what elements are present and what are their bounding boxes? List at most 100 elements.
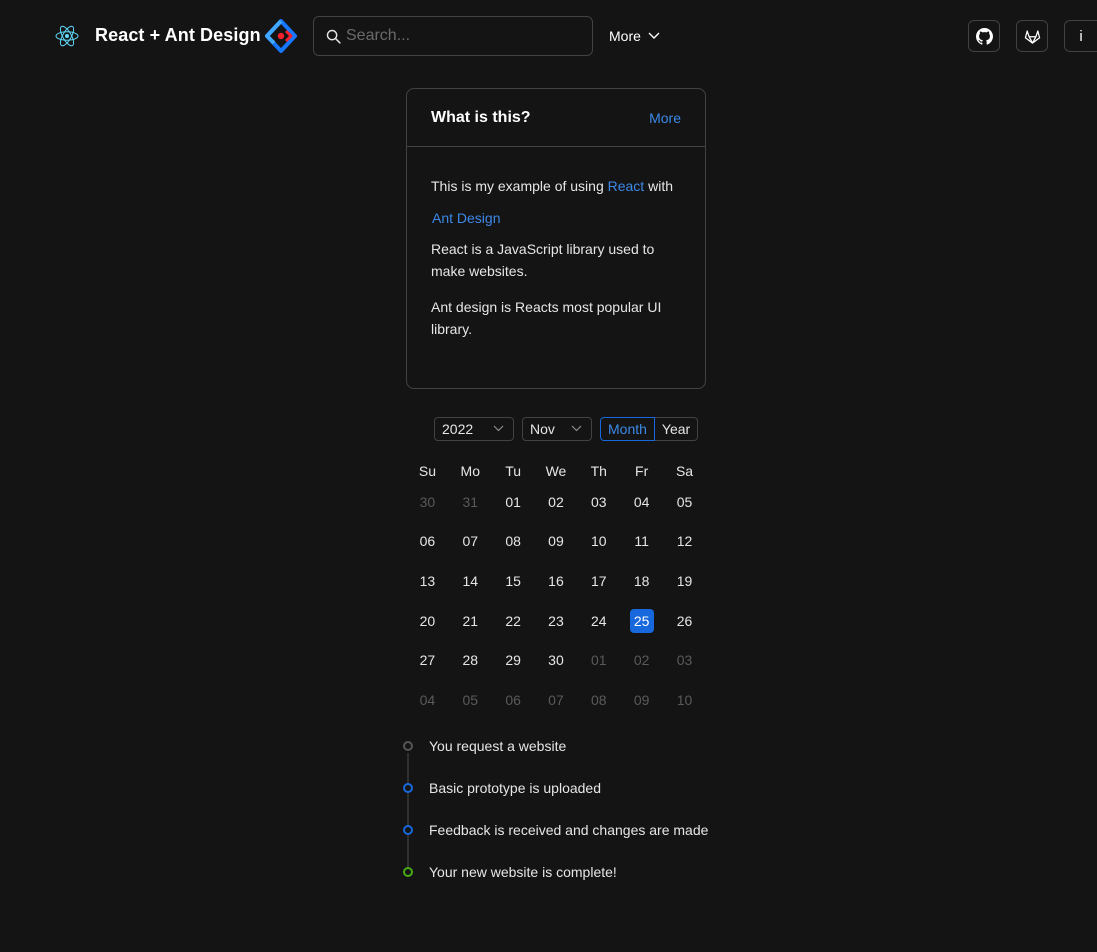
- calendar-day[interactable]: 19: [663, 561, 706, 601]
- github-button[interactable]: [968, 20, 1000, 52]
- chevron-down-icon: [571, 425, 582, 432]
- calendar-day-number: 10: [676, 691, 693, 708]
- calendar-day-outside[interactable]: 03: [663, 640, 706, 680]
- calendar-day-number: 01: [505, 493, 521, 510]
- search-icon: [326, 29, 341, 44]
- calendar-week: 06 07 08 09 10 11 12: [406, 522, 706, 562]
- calendar-day-outside[interactable]: 02: [620, 640, 663, 680]
- calendar-week: 27 28 29 30 01 02 03: [406, 640, 706, 680]
- calendar-day[interactable]: 14: [449, 561, 492, 601]
- react-logo-icon[interactable]: [55, 24, 79, 48]
- calendar-day[interactable]: 03: [577, 482, 620, 522]
- calendar-day-number: 06: [505, 691, 521, 708]
- calendar-day[interactable]: 21: [449, 601, 492, 641]
- calendar-day-number: 11: [634, 533, 649, 550]
- calendar-day[interactable]: 10: [577, 522, 620, 562]
- calendar-day-outside[interactable]: 05: [449, 680, 492, 720]
- calendar-day[interactable]: 27: [406, 640, 449, 680]
- calendar-day[interactable]: 05: [663, 482, 706, 522]
- app-header: React + Ant Design More i: [0, 0, 1097, 72]
- calendar-day[interactable]: 24: [577, 601, 620, 641]
- more-menu-label: More: [609, 28, 641, 44]
- calendar-day[interactable]: 18: [620, 561, 663, 601]
- calendar-day-number: 21: [462, 612, 479, 629]
- year-mode-button[interactable]: Year: [654, 417, 699, 441]
- calendar-day[interactable]: 13: [406, 561, 449, 601]
- calendar-day[interactable]: 17: [577, 561, 620, 601]
- calendar-day-number: 29: [505, 652, 521, 669]
- calendar-day[interactable]: 15: [492, 561, 535, 601]
- search-box[interactable]: [313, 16, 593, 56]
- calendar-day-outside[interactable]: 04: [406, 680, 449, 720]
- calendar-day[interactable]: 09: [535, 522, 578, 562]
- calendar-grid: Su Mo Tu We Th Fr Sa 30 31 01 02 03 04 05 06 07 08 09 10 1…: [406, 460, 706, 720]
- calendar-day[interactable]: 02: [535, 482, 578, 522]
- calendar-day-number: 31: [462, 493, 479, 510]
- calendar-week: 30 31 01 02 03 04 05: [406, 482, 706, 522]
- more-menu[interactable]: More: [609, 28, 660, 44]
- card-paragraph: Ant design is Reacts most popular UI lib…: [431, 299, 662, 337]
- calendar-day[interactable]: 23: [535, 601, 578, 641]
- calendar-day[interactable]: 28: [449, 640, 492, 680]
- react-link[interactable]: React: [608, 178, 645, 194]
- brand-title[interactable]: React + Ant Design: [95, 25, 261, 46]
- calendar-week: 04 05 06 07 08 09 10: [406, 680, 706, 720]
- info-button[interactable]: i: [1064, 20, 1097, 52]
- month-select[interactable]: Nov: [522, 417, 592, 441]
- year-select[interactable]: 2022: [434, 417, 514, 441]
- calendar-day[interactable]: 12: [663, 522, 706, 562]
- calendar-day[interactable]: 07: [449, 522, 492, 562]
- calendar-day[interactable]: 08: [492, 522, 535, 562]
- calendar-day-number: 26: [676, 612, 693, 629]
- calendar-day-selected[interactable]: 25: [620, 601, 663, 641]
- ant-design-link[interactable]: Ant Design: [432, 210, 500, 226]
- calendar-day-number: 08: [591, 691, 607, 708]
- year-select-value: 2022: [442, 421, 474, 437]
- calendar-day-outside[interactable]: 09: [620, 680, 663, 720]
- github-icon: [975, 27, 993, 45]
- calendar-day-outside[interactable]: 01: [577, 640, 620, 680]
- calendar-week: 13 14 15 16 17 18 19: [406, 561, 706, 601]
- calendar-day[interactable]: 20: [406, 601, 449, 641]
- month-mode-button[interactable]: Month: [600, 417, 655, 441]
- calendar-day-outside[interactable]: 06: [492, 680, 535, 720]
- calendar-day[interactable]: 30: [535, 640, 578, 680]
- weekday-label: Su: [418, 463, 436, 479]
- timeline-text: Basic prototype is uploaded: [429, 780, 601, 796]
- calendar-day-number: 18: [633, 572, 650, 589]
- calendar-day-number: 20: [419, 612, 436, 629]
- weekday-label: Tu: [505, 463, 522, 479]
- calendar-day-number: 07: [462, 533, 479, 550]
- calendar-day-outside[interactable]: 31: [449, 482, 492, 522]
- calendar-day-number: 08: [505, 533, 521, 550]
- calendar-day-number: 04: [633, 493, 650, 510]
- weekday-label: Mo: [460, 463, 480, 479]
- calendar-day-number: 15: [505, 572, 521, 589]
- calendar-day-outside[interactable]: 07: [535, 680, 578, 720]
- timeline-dot-icon: [403, 825, 413, 835]
- card-paragraph: React is a JavaScript library used to ma…: [431, 241, 655, 279]
- calendar-day-outside[interactable]: 30: [406, 482, 449, 522]
- calendar-day-number: 05: [676, 493, 693, 510]
- calendar-day[interactable]: 16: [535, 561, 578, 601]
- card-header: What is this? More: [407, 89, 705, 147]
- calendar-day[interactable]: 11: [620, 522, 663, 562]
- calendar-day-number: 04: [419, 691, 436, 708]
- calendar-day-outside[interactable]: 08: [577, 680, 620, 720]
- calendar-day[interactable]: 06: [406, 522, 449, 562]
- calendar-day[interactable]: 01: [492, 482, 535, 522]
- calendar-body: 30 31 01 02 03 04 05 06 07 08 09 10 11 12 13 14 15 16 17 18…: [406, 482, 706, 720]
- card-more-link[interactable]: More: [649, 110, 681, 126]
- calendar-day-outside[interactable]: 10: [663, 680, 706, 720]
- weekday-label: We: [545, 463, 567, 479]
- calendar-day[interactable]: 22: [492, 601, 535, 641]
- calendar-day-number: 03: [591, 493, 607, 510]
- calendar-day-number: 28: [462, 652, 479, 669]
- search-input[interactable]: [346, 27, 576, 45]
- calendar-day[interactable]: 04: [620, 482, 663, 522]
- calendar-day[interactable]: 26: [663, 601, 706, 641]
- gitlab-button[interactable]: [1016, 20, 1048, 52]
- calendar-day-number: 23: [548, 612, 564, 629]
- calendar-day-number: 10: [591, 533, 607, 550]
- calendar-day[interactable]: 29: [492, 640, 535, 680]
